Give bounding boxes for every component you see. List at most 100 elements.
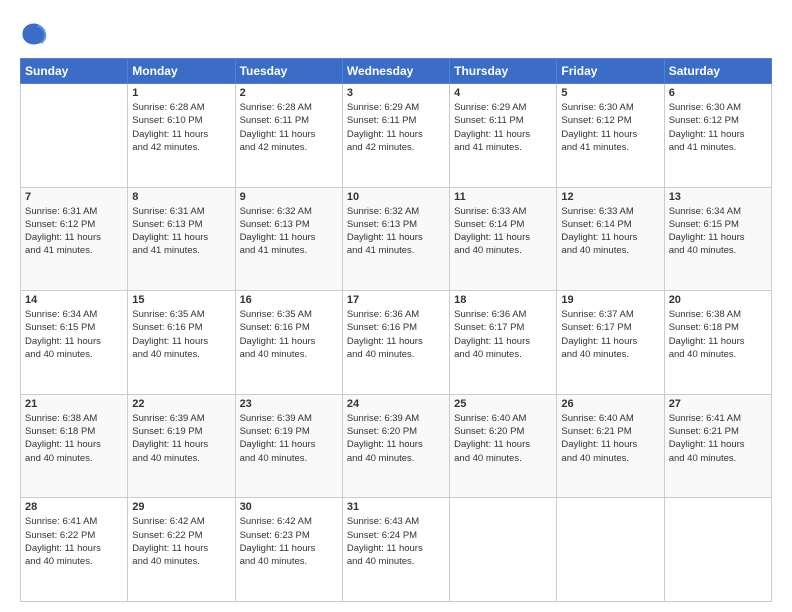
day-info: Sunrise: 6:28 AM Sunset: 6:11 PM Dayligh… bbox=[240, 101, 338, 154]
calendar-cell: 20Sunrise: 6:38 AM Sunset: 6:18 PM Dayli… bbox=[664, 291, 771, 395]
calendar-cell: 22 Sunrise: 6:39 AM Sunset: 6:19 PM Dayli… bbox=[128, 394, 235, 498]
day-info: Sunrise: 6:40 AM Sunset: 6:21 PM Dayligh… bbox=[561, 412, 659, 465]
week-row-5: 28 Sunrise: 6:41 AM Sunset: 6:22 PM Dayli… bbox=[21, 498, 772, 602]
logo-icon bbox=[20, 20, 48, 48]
calendar-cell: 9 Sunrise: 6:32 AM Sunset: 6:13 PM Daylig… bbox=[235, 187, 342, 291]
day-number: 7 bbox=[25, 191, 123, 203]
weekday-header-monday: Monday bbox=[128, 59, 235, 84]
day-info: Sunrise: 6:35 AM Sunset: 6:16 PM Dayligh… bbox=[240, 308, 338, 361]
day-info: Sunrise: 6:42 AM Sunset: 6:23 PM Dayligh… bbox=[240, 515, 338, 568]
day-info: Sunrise: 6:41 AM Sunset: 6:22 PM Dayligh… bbox=[25, 515, 123, 568]
calendar-cell: 6 Sunrise: 6:30 AM Sunset: 6:12 PM Daylig… bbox=[664, 84, 771, 188]
calendar-cell: 18Sunrise: 6:36 AM Sunset: 6:17 PM Dayli… bbox=[450, 291, 557, 395]
calendar-cell: 12 Sunrise: 6:33 AM Sunset: 6:14 PM Dayli… bbox=[557, 187, 664, 291]
weekday-header-row: SundayMondayTuesdayWednesdayThursdayFrid… bbox=[21, 59, 772, 84]
weekday-header-saturday: Saturday bbox=[664, 59, 771, 84]
day-number: 11 bbox=[454, 191, 552, 203]
calendar-cell bbox=[21, 84, 128, 188]
day-number: 13 bbox=[669, 191, 767, 203]
calendar-cell: 5 Sunrise: 6:30 AM Sunset: 6:12 PM Daylig… bbox=[557, 84, 664, 188]
weekday-header-tuesday: Tuesday bbox=[235, 59, 342, 84]
weekday-header-friday: Friday bbox=[557, 59, 664, 84]
day-info: Sunrise: 6:39 AM Sunset: 6:19 PM Dayligh… bbox=[132, 412, 230, 465]
day-number: 8 bbox=[132, 191, 230, 203]
calendar-cell bbox=[557, 498, 664, 602]
day-info: Sunrise: 6:36 AM Sunset: 6:16 PM Dayligh… bbox=[347, 308, 445, 361]
day-info: Sunrise: 6:39 AM Sunset: 6:19 PM Dayligh… bbox=[240, 412, 338, 465]
day-info: Sunrise: 6:29 AM Sunset: 6:11 PM Dayligh… bbox=[347, 101, 445, 154]
day-info: Sunrise: 6:32 AM Sunset: 6:13 PM Dayligh… bbox=[240, 205, 338, 258]
calendar-cell: 13 Sunrise: 6:34 AM Sunset: 6:15 PM Dayli… bbox=[664, 187, 771, 291]
day-number: 16 bbox=[240, 294, 338, 306]
day-info: Sunrise: 6:36 AM Sunset: 6:17 PM Dayligh… bbox=[454, 308, 552, 361]
day-number: 22 bbox=[132, 398, 230, 410]
day-number: 29 bbox=[132, 501, 230, 513]
calendar-cell: 2 Sunrise: 6:28 AM Sunset: 6:11 PM Daylig… bbox=[235, 84, 342, 188]
day-number: 21 bbox=[25, 398, 123, 410]
calendar-cell: 27Sunrise: 6:41 AM Sunset: 6:21 PM Dayli… bbox=[664, 394, 771, 498]
calendar-cell: 31 Sunrise: 6:43 AM Sunset: 6:24 PM Dayli… bbox=[342, 498, 449, 602]
day-number: 5 bbox=[561, 87, 659, 99]
calendar-cell: 30 Sunrise: 6:42 AM Sunset: 6:23 PM Dayli… bbox=[235, 498, 342, 602]
day-number: 17 bbox=[347, 294, 445, 306]
day-number: 19 bbox=[561, 294, 659, 306]
logo bbox=[20, 20, 52, 48]
day-info: Sunrise: 6:40 AM Sunset: 6:20 PM Dayligh… bbox=[454, 412, 552, 465]
week-row-3: 14 Sunrise: 6:34 AM Sunset: 6:15 PM Dayli… bbox=[21, 291, 772, 395]
calendar-cell: 7Sunrise: 6:31 AM Sunset: 6:12 PM Daylig… bbox=[21, 187, 128, 291]
header bbox=[20, 20, 772, 48]
day-info: Sunrise: 6:33 AM Sunset: 6:14 PM Dayligh… bbox=[561, 205, 659, 258]
calendar-cell: 29 Sunrise: 6:42 AM Sunset: 6:22 PM Dayli… bbox=[128, 498, 235, 602]
day-number: 24 bbox=[347, 398, 445, 410]
calendar-cell bbox=[664, 498, 771, 602]
week-row-1: 1Sunrise: 6:28 AM Sunset: 6:10 PM Daylig… bbox=[21, 84, 772, 188]
day-number: 3 bbox=[347, 87, 445, 99]
calendar-cell: 26 Sunrise: 6:40 AM Sunset: 6:21 PM Dayli… bbox=[557, 394, 664, 498]
day-info: Sunrise: 6:39 AM Sunset: 6:20 PM Dayligh… bbox=[347, 412, 445, 465]
day-number: 1 bbox=[132, 87, 230, 99]
calendar-cell: 3 Sunrise: 6:29 AM Sunset: 6:11 PM Daylig… bbox=[342, 84, 449, 188]
day-number: 26 bbox=[561, 398, 659, 410]
calendar-cell: 17 Sunrise: 6:36 AM Sunset: 6:16 PM Dayli… bbox=[342, 291, 449, 395]
page: SundayMondayTuesdayWednesdayThursdayFrid… bbox=[0, 0, 792, 612]
day-number: 15 bbox=[132, 294, 230, 306]
calendar-cell: 10Sunrise: 6:32 AM Sunset: 6:13 PM Dayli… bbox=[342, 187, 449, 291]
day-info: Sunrise: 6:31 AM Sunset: 6:13 PM Dayligh… bbox=[132, 205, 230, 258]
day-info: Sunrise: 6:37 AM Sunset: 6:17 PM Dayligh… bbox=[561, 308, 659, 361]
day-info: Sunrise: 6:42 AM Sunset: 6:22 PM Dayligh… bbox=[132, 515, 230, 568]
day-number: 2 bbox=[240, 87, 338, 99]
day-info: Sunrise: 6:43 AM Sunset: 6:24 PM Dayligh… bbox=[347, 515, 445, 568]
calendar-cell: 15Sunrise: 6:35 AM Sunset: 6:16 PM Dayli… bbox=[128, 291, 235, 395]
day-info: Sunrise: 6:38 AM Sunset: 6:18 PM Dayligh… bbox=[25, 412, 123, 465]
calendar-cell: 19 Sunrise: 6:37 AM Sunset: 6:17 PM Dayli… bbox=[557, 291, 664, 395]
calendar-cell: 23 Sunrise: 6:39 AM Sunset: 6:19 PM Dayli… bbox=[235, 394, 342, 498]
day-info: Sunrise: 6:29 AM Sunset: 6:11 PM Dayligh… bbox=[454, 101, 552, 154]
day-number: 25 bbox=[454, 398, 552, 410]
week-row-2: 7Sunrise: 6:31 AM Sunset: 6:12 PM Daylig… bbox=[21, 187, 772, 291]
day-info: Sunrise: 6:34 AM Sunset: 6:15 PM Dayligh… bbox=[669, 205, 767, 258]
day-number: 27 bbox=[669, 398, 767, 410]
day-number: 4 bbox=[454, 87, 552, 99]
calendar-cell: 25 Sunrise: 6:40 AM Sunset: 6:20 PM Dayli… bbox=[450, 394, 557, 498]
calendar-cell: 28 Sunrise: 6:41 AM Sunset: 6:22 PM Dayli… bbox=[21, 498, 128, 602]
calendar-cell: 14 Sunrise: 6:34 AM Sunset: 6:15 PM Dayli… bbox=[21, 291, 128, 395]
day-info: Sunrise: 6:34 AM Sunset: 6:15 PM Dayligh… bbox=[25, 308, 123, 361]
day-info: Sunrise: 6:30 AM Sunset: 6:12 PM Dayligh… bbox=[561, 101, 659, 154]
day-number: 30 bbox=[240, 501, 338, 513]
day-number: 14 bbox=[25, 294, 123, 306]
calendar-cell: 4 Sunrise: 6:29 AM Sunset: 6:11 PM Daylig… bbox=[450, 84, 557, 188]
calendar-cell: 24 Sunrise: 6:39 AM Sunset: 6:20 PM Dayli… bbox=[342, 394, 449, 498]
calendar-cell: 8 Sunrise: 6:31 AM Sunset: 6:13 PM Daylig… bbox=[128, 187, 235, 291]
day-number: 31 bbox=[347, 501, 445, 513]
day-number: 9 bbox=[240, 191, 338, 203]
calendar-cell: 16 Sunrise: 6:35 AM Sunset: 6:16 PM Dayli… bbox=[235, 291, 342, 395]
day-info: Sunrise: 6:30 AM Sunset: 6:12 PM Dayligh… bbox=[669, 101, 767, 154]
calendar-cell bbox=[450, 498, 557, 602]
day-number: 23 bbox=[240, 398, 338, 410]
weekday-header-thursday: Thursday bbox=[450, 59, 557, 84]
day-number: 10 bbox=[347, 191, 445, 203]
calendar-cell: 1Sunrise: 6:28 AM Sunset: 6:10 PM Daylig… bbox=[128, 84, 235, 188]
day-number: 6 bbox=[669, 87, 767, 99]
day-number: 12 bbox=[561, 191, 659, 203]
day-number: 28 bbox=[25, 501, 123, 513]
